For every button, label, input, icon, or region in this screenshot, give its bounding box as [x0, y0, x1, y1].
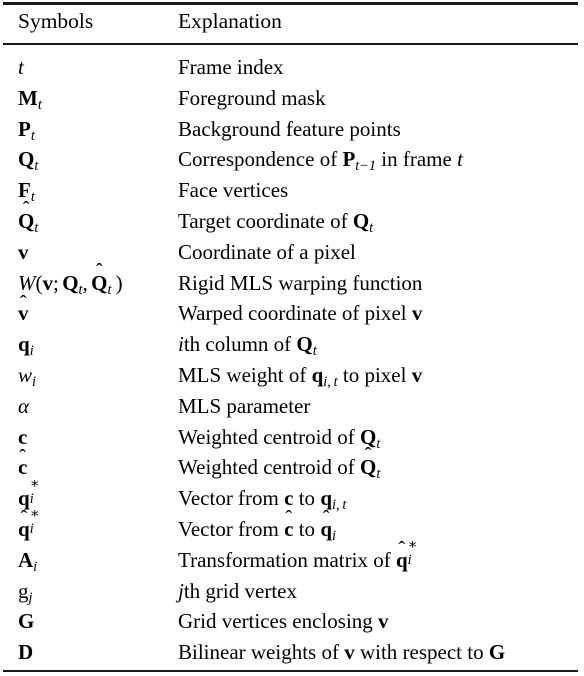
column-header-symbols: Symbols: [18, 9, 94, 33]
table-row: t Frame index: [0, 43, 584, 83]
explanation-cell: MLS parameter: [178, 393, 311, 418]
table-row: ̂q∗i Vector from ̂c to ̂qi: [0, 506, 584, 545]
explanation-cell: Rigid MLS warping function: [178, 270, 423, 295]
table-row: qi ith column of Qt: [0, 329, 584, 360]
explanation-cell: Bilinear weights of v with respect to G: [178, 640, 506, 665]
notation-table-figure: Symbols Explanation t Frame index Mt For…: [0, 0, 584, 676]
symbol-cell: wi: [18, 362, 36, 390]
explanation-cell: Weighted centroid of Qt: [178, 424, 381, 452]
symbol-cell: Mt: [18, 85, 42, 113]
table-row: Ai Transformation matrix of ̂q∗i: [0, 537, 584, 576]
symbol-cell: q ∗ i: [18, 475, 40, 511]
symbol-cell: c: [18, 424, 28, 449]
table-row: gj jth grid vertex: [0, 576, 584, 607]
explanation-cell: Warped coordinate of pixel v: [178, 301, 423, 326]
table-row: W(v;Qt,̂Qt ) Rigid MLS warping function: [0, 268, 584, 299]
explanation-cell: Vector from c to qi, t: [178, 486, 347, 514]
symbol-cell: ̂q∗i: [18, 506, 40, 541]
table-row: D Bilinear weights of v with respect to …: [0, 637, 584, 668]
table-row: wi MLS weight of qi, t to pixel v: [0, 360, 584, 391]
explanation-cell: ith column of Qt: [178, 332, 317, 360]
explanation-cell: Background feature points: [178, 116, 401, 141]
table-row: ̂c Weighted centroid of ̂Qt: [0, 452, 584, 483]
symbol-cell: Ai: [18, 547, 38, 575]
symbol-cell: v: [18, 239, 29, 264]
table-row: α MLS parameter: [0, 391, 584, 422]
table-row: q ∗ i Vector from c to qi, t: [0, 475, 584, 514]
table-row: Pt Background feature points: [0, 114, 584, 145]
symbol-cell: gj: [18, 578, 33, 606]
table-row: ̂Qt Target coordinate of Qt: [0, 206, 584, 237]
symbol-cell: qi: [18, 332, 34, 360]
explanation-cell: Vector from ̂c to ̂qi: [178, 516, 336, 544]
table-body: t Frame index Mt Foreground mask Pt Back…: [0, 43, 584, 668]
symbol-cell: Pt: [18, 116, 35, 144]
symbol-cell: ̂Qt: [18, 208, 39, 236]
explanation-cell: Target coordinate of Qt: [178, 208, 374, 236]
table-row: c Weighted centroid of Qt: [0, 422, 584, 453]
table-row: ̂v Warped coordinate of pixel v: [0, 298, 584, 329]
explanation-cell: Foreground mask: [178, 85, 326, 110]
header-row: Symbols Explanation: [0, 0, 584, 43]
symbol-cell: W(v;Qt,̂Qt ): [18, 270, 123, 298]
symbol-cell: Qt: [18, 147, 39, 175]
explanation-cell: jth grid vertex: [178, 578, 297, 603]
table-row: G Grid vertices enclosing v: [0, 606, 584, 637]
table-row: Mt Foreground mask: [0, 83, 584, 114]
explanation-cell: Grid vertices enclosing v: [178, 609, 389, 634]
table-row: Ft Face vertices: [0, 175, 584, 206]
symbol-cell: ̂v: [18, 301, 29, 326]
symbol-cell: G: [18, 609, 35, 634]
table-row: Qt Correspondence of Pt−1 in frame t: [0, 144, 584, 175]
explanation-cell: Weighted centroid of ̂Qt: [178, 455, 381, 483]
explanation-cell: Face vertices: [178, 178, 289, 203]
table-header: Symbols Explanation: [0, 0, 584, 43]
explanation-cell: Correspondence of Pt−1 in frame t: [178, 147, 463, 175]
symbol-cell: t: [18, 55, 24, 79]
notation-table: Symbols Explanation t Frame index Mt For…: [0, 0, 584, 668]
symbol-cell: D: [18, 640, 34, 665]
table-bottom-rule: [3, 670, 578, 672]
table-row: v Coordinate of a pixel: [0, 237, 584, 268]
symbol-cell: α: [18, 393, 30, 418]
explanation-cell: MLS weight of qi, t to pixel v: [178, 362, 423, 390]
symbol-cell: Ft: [18, 178, 35, 206]
explanation-cell: Transformation matrix of ̂q∗i: [178, 537, 418, 572]
explanation-cell: Frame index: [178, 55, 284, 79]
explanation-cell: Coordinate of a pixel: [178, 239, 356, 264]
symbol-cell: ̂c: [18, 455, 28, 480]
column-header-explanation: Explanation: [178, 9, 282, 33]
